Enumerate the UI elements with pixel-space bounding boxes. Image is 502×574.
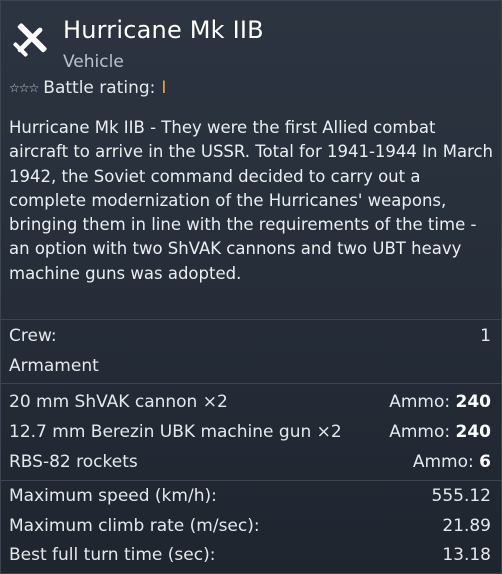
performance-row: Maximum climb rate (m/sec): 21.89 — [9, 513, 491, 539]
performance-label: Maximum climb rate (m/sec): — [9, 516, 260, 536]
divider — [1, 319, 501, 320]
armament-heading-row: Armament — [9, 353, 491, 379]
crew-row: Crew: 1 — [9, 323, 491, 349]
ammo-label: Ammo: — [412, 452, 474, 472]
battle-rating-row: ☆☆☆ Battle rating: I — [9, 77, 166, 99]
ammo-count: 240 — [455, 422, 492, 442]
performance-label: Best full turn time (sec): — [9, 545, 216, 565]
weapon-row: RBS-82 rockets Ammo: 6 — [9, 449, 491, 475]
weapon-row: 20 mm ShVAK cannon ×2 Ammo: 240 — [9, 389, 491, 415]
ammo-count: 6 — [479, 452, 491, 472]
battle-rating-value: I — [161, 78, 167, 98]
divider — [1, 383, 501, 384]
ammo-count: 240 — [455, 392, 492, 412]
vehicle-name: Hurricane Mk IIB — [63, 16, 264, 44]
armament-heading: Armament — [9, 356, 99, 376]
performance-value: 21.89 — [442, 516, 491, 536]
weapon-ammo: Ammo: 240 — [389, 422, 491, 442]
performance-value: 13.18 — [442, 545, 491, 565]
vehicle-description: Hurricane Mk IIB - They were the first A… — [9, 118, 494, 283]
crew-value: 1 — [480, 326, 491, 346]
weapon-ammo: Ammo: 240 — [389, 392, 491, 412]
vehicle-type: Vehicle — [63, 52, 124, 72]
weapon-name: 12.7 mm Berezin UBK machine gun ×2 — [9, 422, 342, 442]
weapon-name: RBS-82 rockets — [9, 452, 138, 472]
vehicle-tooltip: Hurricane Mk IIB Vehicle ☆☆☆ Battle rati… — [0, 0, 502, 574]
ammo-label: Ammo: — [389, 392, 451, 412]
weapon-ammo: Ammo: 6 — [413, 452, 491, 472]
rank-stars-icon: ☆☆☆ — [9, 81, 39, 95]
crew-label: Crew: — [9, 326, 57, 346]
performance-row: Best full turn time (sec): 13.18 — [9, 542, 491, 568]
weapon-row: 12.7 mm Berezin UBK machine gun ×2 Ammo:… — [9, 419, 491, 445]
performance-row: Maximum speed (km/h): 555.12 — [9, 483, 491, 509]
divider — [1, 480, 501, 481]
performance-label: Maximum speed (km/h): — [9, 486, 217, 506]
battle-rating-label: Battle rating: — [43, 78, 156, 98]
fighter-plane-icon — [13, 23, 47, 57]
performance-value: 555.12 — [431, 486, 491, 506]
ammo-label: Ammo: — [389, 422, 451, 442]
weapon-name: 20 mm ShVAK cannon ×2 — [9, 392, 228, 412]
